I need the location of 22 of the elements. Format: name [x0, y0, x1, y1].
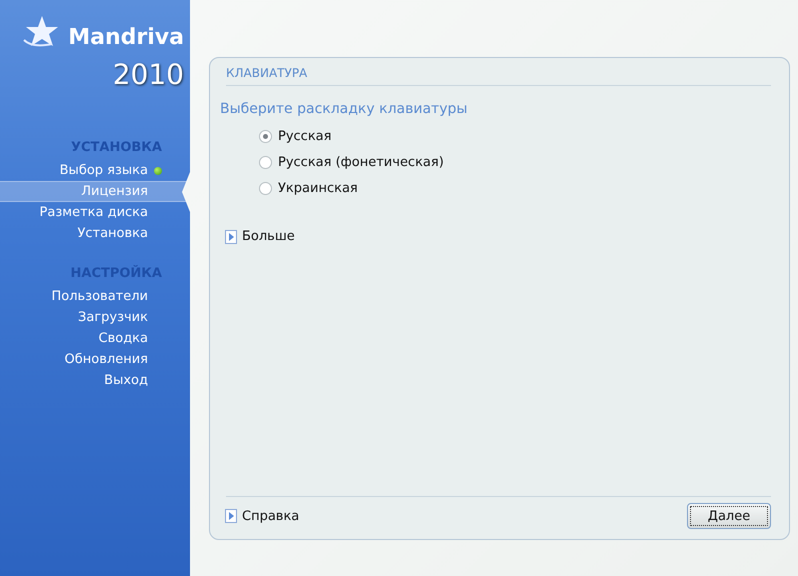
- radio-button[interactable]: [259, 156, 272, 168]
- step-item: Обновления: [64, 351, 149, 369]
- step-item: Разметка диска: [38, 204, 149, 222]
- help-toggle[interactable]: Справка: [242, 508, 300, 524]
- step-item: Установка: [76, 225, 149, 243]
- more-toggle[interactable]: Больше: [242, 229, 295, 244]
- radio-button[interactable]: [259, 130, 272, 142]
- logo-wordmark: Mandriva: [68, 25, 184, 50]
- step-item: Сводка: [98, 330, 149, 348]
- radio-button[interactable]: [259, 182, 272, 194]
- radio-label[interactable]: Русская: [278, 128, 332, 144]
- step-item: Загрузчик: [77, 309, 149, 327]
- radio-label[interactable]: Русская (фонетическая): [278, 154, 444, 170]
- version-year: 2010: [112, 58, 184, 91]
- step-item: Выход: [103, 372, 149, 390]
- radio-label[interactable]: Украинская: [278, 180, 358, 196]
- next-button[interactable]: Далее: [687, 503, 771, 529]
- step-item: Пользователи: [50, 288, 149, 306]
- step-item: Выбор языка: [0, 160, 190, 181]
- current-step-notch-icon: [182, 172, 190, 212]
- layout-prompt: Выберите раскладку клавиатуры: [220, 101, 468, 117]
- panel-title: КЛАВИАТУРА: [226, 64, 771, 86]
